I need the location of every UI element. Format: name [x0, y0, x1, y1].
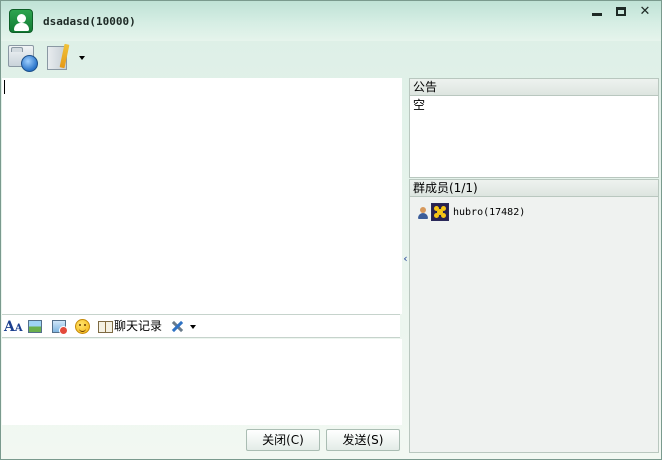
- message-input[interactable]: [2, 339, 402, 425]
- title-bar[interactable]: dsadasd(10000) ✕: [1, 1, 661, 41]
- message-history-area[interactable]: [2, 78, 402, 314]
- maximize-button[interactable]: [612, 5, 630, 19]
- close-button[interactable]: 关闭(C): [246, 429, 320, 451]
- text-caret: [4, 80, 5, 94]
- font-icon[interactable]: AA: [4, 319, 23, 335]
- announcement-content: 空: [409, 96, 659, 178]
- window-title: dsadasd(10000): [43, 15, 136, 28]
- collapse-panel-icon[interactable]: ‹: [402, 253, 409, 264]
- main-toolbar: [1, 41, 661, 77]
- close-window-button[interactable]: ✕: [636, 5, 654, 19]
- format-toolbar: AA 聊天记录: [2, 314, 400, 338]
- members-header: 群成员(1/1): [409, 179, 659, 197]
- chat-history-button[interactable]: 聊天记录: [114, 318, 162, 334]
- book-icon[interactable]: [98, 321, 113, 333]
- avatar: [431, 203, 449, 221]
- chevron-down-icon[interactable]: [79, 56, 85, 60]
- send-button[interactable]: 发送(S): [326, 429, 400, 451]
- notepad-button[interactable]: [45, 41, 89, 75]
- minimize-button[interactable]: [588, 5, 606, 19]
- app-user-icon: [9, 9, 33, 33]
- screenshot-icon[interactable]: [52, 320, 68, 335]
- emoji-icon[interactable]: [75, 319, 90, 334]
- maximize-icon: [616, 7, 626, 16]
- minimize-icon: [592, 13, 602, 16]
- chat-window: dsadasd(10000) ✕ AA 聊天记录 关闭(C) 发送(S) ‹ 公…: [0, 0, 662, 460]
- tools-icon[interactable]: [169, 319, 185, 335]
- close-icon: ✕: [639, 4, 651, 19]
- announcement-header: 公告: [409, 78, 659, 96]
- member-name: hubro(17482): [453, 207, 526, 218]
- tools-chevron-down-icon[interactable]: [190, 325, 196, 329]
- shared-folder-button[interactable]: [6, 41, 40, 75]
- member-item[interactable]: hubro(17482): [415, 203, 650, 223]
- user-icon: [417, 207, 428, 219]
- image-icon[interactable]: [28, 320, 42, 333]
- globe-icon: [21, 55, 38, 72]
- members-list: hubro(17482): [409, 197, 659, 453]
